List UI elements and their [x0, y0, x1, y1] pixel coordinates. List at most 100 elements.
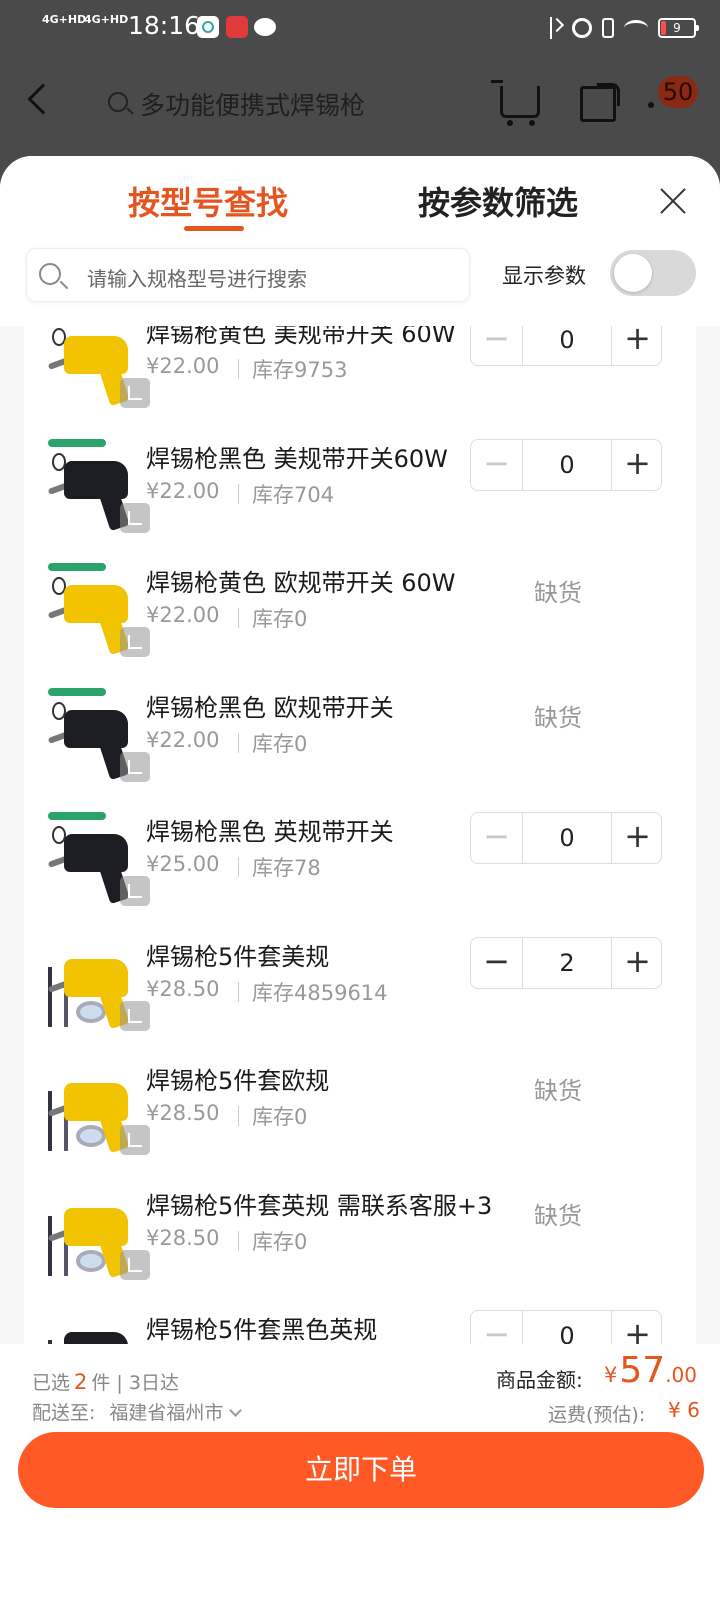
sku-stock: 库存0 — [252, 1105, 308, 1129]
increase-button[interactable]: + — [611, 937, 663, 988]
amount-label: 商品金额: — [496, 1368, 583, 1392]
decrease-button[interactable]: − — [471, 439, 523, 490]
sku-price: ¥22.00 — [146, 354, 220, 378]
selected-count: 2 — [74, 1370, 88, 1394]
expand-icon[interactable] — [120, 502, 150, 533]
quantity-value[interactable]: 0 — [523, 813, 611, 863]
sku-row[interactable]: 焊锡枪黄色 欧规带开关 60W ¥22.00 库存0 缺货 — [24, 563, 696, 673]
sku-row[interactable]: 焊锡枪5件套欧规 ¥28.50 库存0 缺货 — [24, 1061, 696, 1171]
spec-search-input[interactable]: 请输入规格型号进行搜索 — [26, 248, 470, 302]
sku-thumbnail[interactable] — [44, 1061, 150, 1157]
expand-icon[interactable] — [120, 1249, 150, 1280]
amount-integer: 57 — [619, 1350, 666, 1391]
quantity-stepper[interactable]: −0 + — [470, 326, 662, 366]
sku-list[interactable]: 焊锡枪黄色 美规带开关 60W ¥22.00 库存9753−0 + 焊锡枪黑色 美规带开… — [24, 326, 696, 1344]
tab-by-params[interactable]: 按参数筛选 — [418, 178, 578, 224]
bluetooth-icon — [550, 17, 562, 39]
decrease-button[interactable]: − — [471, 326, 523, 365]
sku-thumbnail[interactable] — [44, 563, 150, 659]
quantity-stepper[interactable]: −0 + — [470, 438, 663, 491]
quantity-value[interactable]: 0 — [523, 1311, 611, 1344]
search-icon — [39, 263, 61, 285]
sku-thumbnail[interactable] — [44, 438, 150, 535]
increase-button[interactable]: + — [611, 326, 663, 365]
sku-price: ¥22.00 — [146, 727, 220, 752]
tab-by-model[interactable]: 按型号查找 — [128, 178, 288, 224]
sku-thumbnail[interactable] — [44, 326, 150, 410]
vibrate-icon — [602, 18, 614, 38]
decrease-button[interactable]: − — [471, 813, 523, 863]
toggle-knob — [614, 254, 652, 292]
sku-name: 焊锡枪5件套美规 — [146, 942, 330, 971]
show-params-toggle[interactable] — [610, 250, 696, 296]
increase-button[interactable]: + — [611, 439, 663, 490]
promo-tag — [48, 812, 106, 820]
signal-indicator-2: 4G+HD — [84, 14, 128, 25]
share-icon[interactable] — [580, 83, 620, 122]
increase-button[interactable]: + — [611, 1311, 663, 1344]
quantity-value[interactable]: 2 — [523, 938, 611, 988]
amount-decimal: .00 — [665, 1363, 697, 1387]
quantity-stepper[interactable]: −0 + — [470, 1310, 662, 1344]
sku-thumbnail[interactable] — [44, 937, 150, 1033]
divider — [238, 1230, 239, 1251]
quantity-stepper[interactable]: −0 + — [470, 812, 662, 864]
divider — [238, 732, 239, 753]
back-icon[interactable] — [27, 83, 59, 115]
sku-row[interactable]: 焊锡枪5件套美规 ¥28.50 库存4859614 −2 + — [24, 936, 696, 1047]
show-params-label: 显示参数 — [502, 264, 586, 288]
expand-icon[interactable] — [120, 876, 150, 906]
promo-tag — [48, 687, 106, 696]
sku-stock: 库存704 — [252, 482, 335, 507]
cart-badge: 50 — [658, 76, 698, 108]
sku-name: 焊锡枪黑色 美规带开关60W — [146, 444, 448, 473]
increase-button[interactable]: + — [611, 813, 663, 863]
wifi-icon — [624, 20, 648, 36]
cart-icon[interactable] — [491, 80, 540, 126]
sku-row[interactable]: 焊锡枪5件套英规 需联系客服+3 ¥28.50 库存0 缺货 — [24, 1186, 696, 1296]
ship-to-label: 配送至: — [32, 1402, 96, 1424]
decrease-button[interactable]: − — [471, 937, 523, 988]
sku-row[interactable]: 焊锡枪黑色 美规带开关60W ¥22.00 库存704 −0 + — [24, 438, 696, 549]
ship-to-selector[interactable]: 配送至: 福建省福州市 — [32, 1398, 243, 1425]
expand-icon[interactable] — [120, 751, 150, 782]
sku-thumbnail[interactable] — [44, 687, 150, 784]
amount-value: ¥57.00 — [604, 1350, 697, 1391]
quantity-value[interactable]: 0 — [523, 326, 611, 365]
expand-icon[interactable] — [120, 627, 150, 657]
sku-price: ¥28.50 — [146, 1225, 220, 1250]
sku-row[interactable]: 焊锡枪黄色 美规带开关 60W ¥22.00 库存9753 −0 + — [24, 326, 696, 424]
expand-icon[interactable] — [120, 1125, 150, 1155]
sku-name: 焊锡枪黑色 英规带开关 — [146, 818, 394, 846]
currency-symbol: ¥ — [604, 1363, 618, 1387]
shipping-fee-label: 运费(预估): — [548, 1404, 646, 1426]
place-order-button[interactable]: 立即下单 — [18, 1432, 704, 1508]
decrease-button[interactable]: − — [471, 1311, 523, 1344]
sku-price: ¥22.00 — [146, 603, 220, 627]
sku-row[interactable]: 焊锡枪黑色 欧规带开关 ¥22.00 库存0 缺货 — [24, 687, 696, 798]
gun-body-image — [64, 1332, 128, 1344]
header-search-text[interactable]: 多功能便携式焊锡枪 — [140, 86, 365, 122]
order-footer: 已选 2 件 | 3日达 配送至: 福建省福州市 商品金额: ¥57.00 运费(预估… — [0, 1344, 720, 1600]
out-of-stock-label: 缺货 — [534, 703, 582, 732]
divider — [238, 483, 239, 504]
close-icon[interactable] — [658, 186, 688, 216]
sku-thumbnail[interactable] — [44, 1186, 150, 1282]
sku-row[interactable]: 焊锡枪5件套黑色英规 −0 + — [24, 1310, 696, 1344]
sku-thumbnail[interactable] — [44, 1310, 140, 1344]
divider — [238, 857, 239, 877]
sku-thumbnail[interactable] — [44, 812, 150, 908]
product-header: 多功能便携式焊锡枪 50 — [0, 56, 720, 156]
sku-row[interactable]: 焊锡枪黑色 英规带开关 ¥25.00 库存78 −0 + — [24, 812, 696, 922]
expand-icon[interactable] — [120, 378, 150, 408]
promo-tag — [48, 563, 106, 571]
app-notification-icon — [226, 16, 248, 38]
ship-to-address[interactable]: 福建省福州市 — [109, 1402, 223, 1424]
more-icon[interactable] — [648, 102, 654, 108]
promo-tag — [48, 438, 106, 447]
message-notification-icon — [254, 18, 276, 36]
quantity-value[interactable]: 0 — [523, 440, 611, 490]
expand-icon[interactable] — [120, 1000, 150, 1031]
chevron-down-icon[interactable] — [229, 1404, 243, 1417]
quantity-stepper[interactable]: −2 + — [470, 936, 663, 989]
